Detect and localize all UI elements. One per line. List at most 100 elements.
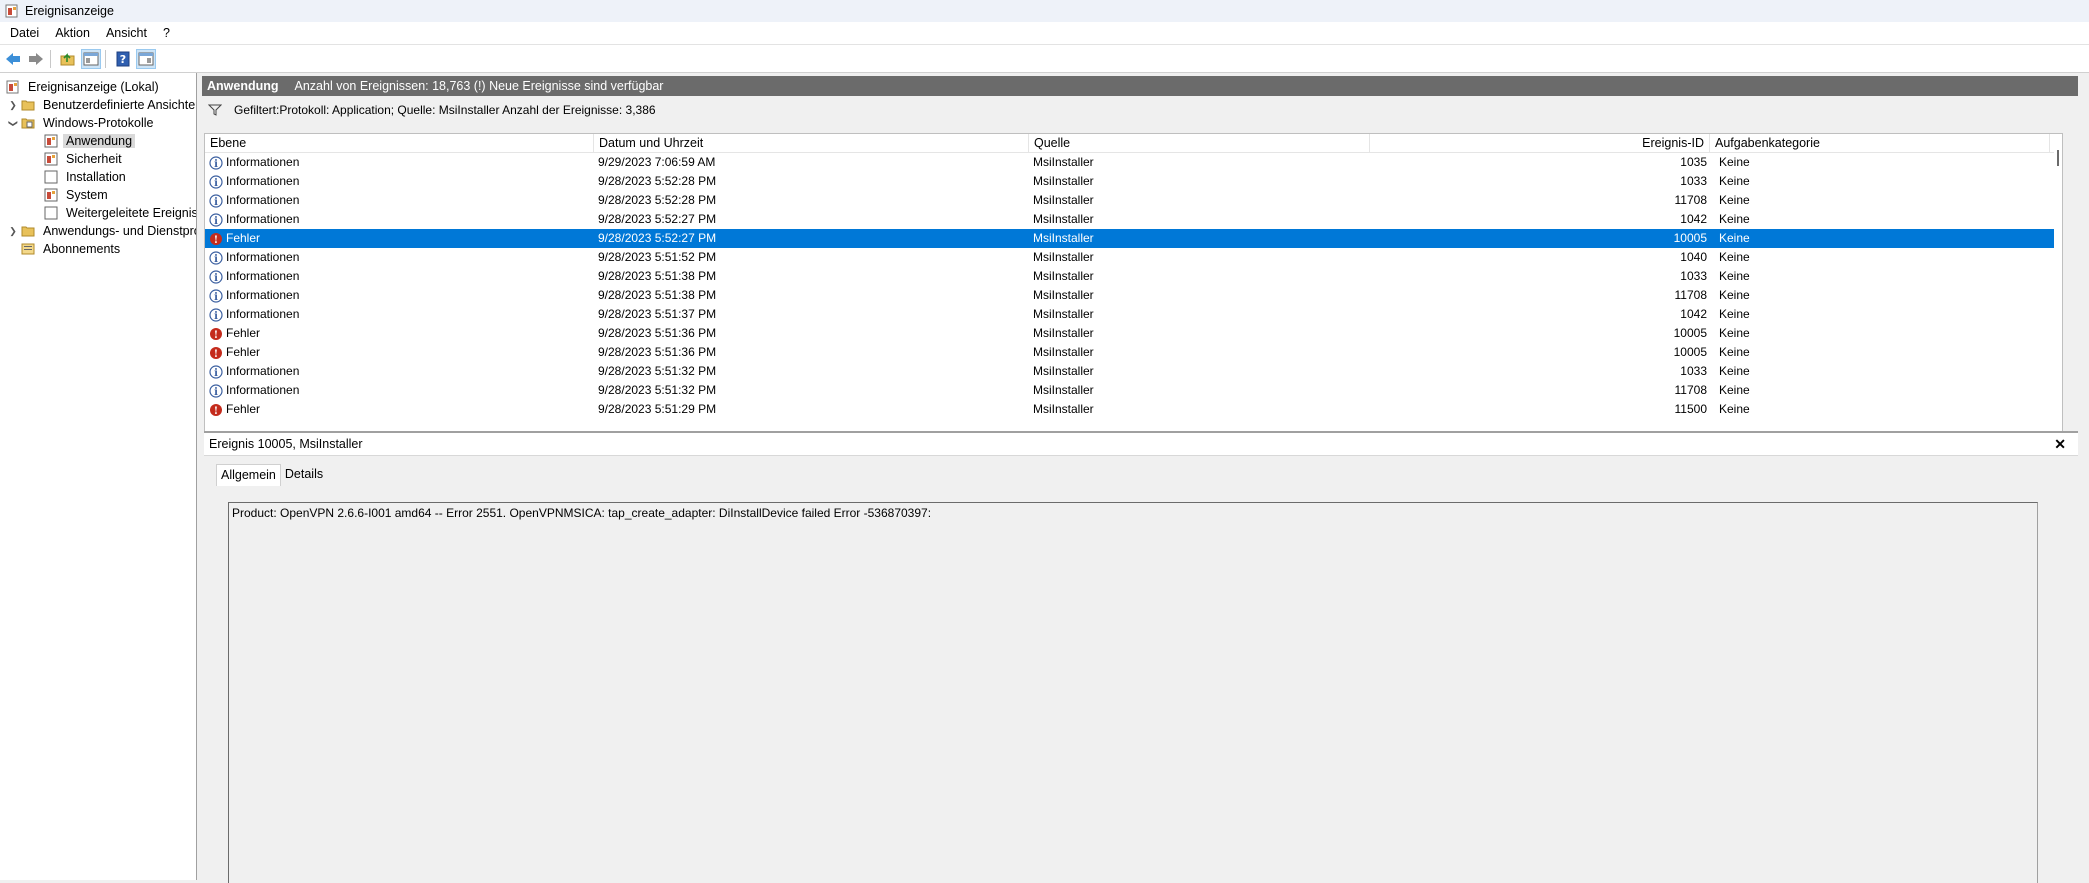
forward-button[interactable] (26, 49, 46, 69)
toolbar: ? (0, 44, 2089, 73)
tree-label: Installation (66, 170, 126, 184)
title-bar: Ereignisanzeige (0, 0, 2089, 22)
info-icon: i (209, 269, 223, 284)
table-row[interactable]: ! Fehler 9/28/2023 5:51:36 PM MsiInstaller 1… (205, 343, 2055, 362)
cell-source: MsiInstaller (1033, 364, 1094, 378)
table-row[interactable]: ! Fehler 9/28/2023 5:51:29 PM MsiInstaller 1… (205, 400, 2055, 419)
tree-label: Sicherheit (66, 152, 122, 166)
cell-event-id: 1035 (1680, 155, 1707, 169)
back-button[interactable] (3, 49, 23, 69)
cell-level: i Informationen (209, 248, 299, 267)
cell-source: MsiInstaller (1033, 288, 1094, 302)
table-row[interactable]: i Informationen 9/28/2023 5:51:38 PM MsiIns… (205, 286, 2055, 305)
cell-category: Keine (1719, 269, 1750, 283)
menu-action[interactable]: Aktion (47, 26, 98, 40)
tree-item-system-log[interactable]: System (44, 186, 111, 204)
tree-item-setup-log[interactable]: Installation (44, 168, 129, 186)
tree-item-root[interactable]: Ereignisanzeige (Lokal) (6, 78, 162, 96)
show-hide-action-pane-button[interactable] (136, 48, 156, 69)
log-icon (44, 134, 58, 148)
column-header-category[interactable]: Aufgabenkategorie (1710, 134, 2050, 152)
cell-date: 9/28/2023 5:51:29 PM (598, 402, 717, 416)
table-row[interactable]: i Informationen 9/28/2023 5:52:28 PM MsiIns… (205, 172, 2055, 191)
info-icon: i (209, 250, 223, 265)
svg-text:i: i (214, 197, 218, 208)
tree-item-subscriptions[interactable]: Abonnements (21, 240, 123, 258)
menu-help[interactable]: ? (155, 26, 178, 40)
tree-label: Abonnements (43, 242, 121, 256)
cell-event-id: 11500 (1674, 402, 1707, 416)
filter-text: Gefiltert:Protokoll: Application; Quelle… (234, 103, 656, 117)
cell-date: 9/28/2023 5:51:32 PM (598, 364, 717, 378)
cell-level: i Informationen (209, 305, 299, 324)
tree-item-forwarded-events[interactable]: Weitergeleitete Ereignisse (44, 204, 197, 222)
column-header-level[interactable]: Ebene (205, 134, 594, 152)
tree-label: Anwendung (63, 134, 136, 148)
svg-text:i: i (214, 368, 218, 379)
cell-category: Keine (1719, 345, 1750, 359)
table-row[interactable]: i Informationen 9/28/2023 5:51:38 PM MsiIns… (205, 267, 2055, 286)
folder-open-icon (21, 118, 35, 129)
column-header-event-id[interactable]: Ereignis-ID (1370, 134, 1710, 152)
cell-date: 9/29/2023 7:06:59 AM (598, 155, 716, 169)
close-icon[interactable]: ✕ (2054, 436, 2066, 453)
table-row[interactable]: i Informationen 9/28/2023 5:52:27 PM MsiIns… (205, 210, 2055, 229)
event-message-box[interactable]: Product: OpenVPN 2.6.6-I001 amd64 -- Err… (228, 502, 2038, 883)
help-icon: ? (116, 51, 130, 66)
table-row[interactable]: ! Fehler 9/28/2023 5:51:36 PM MsiInstaller 1… (205, 324, 2055, 343)
column-header-date[interactable]: Datum und Uhrzeit (594, 134, 1029, 152)
cell-category: Keine (1719, 402, 1750, 416)
menu-view[interactable]: Ansicht (98, 26, 155, 40)
level-text: Informationen (226, 212, 300, 226)
folder-up-icon (60, 52, 75, 65)
level-text: Informationen (226, 250, 300, 264)
cell-event-id: 1033 (1680, 364, 1707, 378)
info-icon: i (209, 288, 223, 303)
expand-arrow-icon[interactable]: ❯ (8, 226, 18, 237)
level-text: Informationen (226, 174, 300, 188)
tree-item-app-service-logs[interactable]: ❯ Anwendungs- und Dienstprotokolle (8, 222, 196, 240)
expand-arrow-icon[interactable]: ❯ (8, 100, 18, 111)
menu-bar: Datei Aktion Ansicht ? (0, 22, 2089, 44)
tree-item-custom-views[interactable]: ❯ Benutzerdefinierte Ansichten (8, 96, 196, 114)
tree-label: Weitergeleitete Ereignisse (66, 206, 197, 220)
menu-file[interactable]: Datei (0, 26, 47, 40)
tree-item-windows-logs[interactable]: ❯ Windows-Protokolle (8, 114, 156, 132)
tab-details[interactable]: Details (281, 464, 327, 486)
cell-date: 9/28/2023 5:52:27 PM (598, 212, 717, 226)
log-icon (44, 152, 58, 166)
cell-event-id: 1040 (1680, 250, 1707, 264)
level-text: Fehler (226, 402, 261, 416)
cell-source: MsiInstaller (1033, 383, 1094, 397)
tree-item-application-log[interactable]: Anwendung (44, 132, 136, 150)
scrollbar-thumb[interactable] (2057, 150, 2059, 166)
table-row[interactable]: i Informationen 9/28/2023 5:51:32 PM MsiIns… (205, 381, 2055, 400)
table-row[interactable]: i Informationen 9/28/2023 5:51:52 PM MsiIns… (205, 248, 2055, 267)
error-icon: ! (210, 346, 222, 360)
show-hide-tree-button[interactable] (81, 48, 101, 69)
up-button[interactable] (58, 49, 78, 69)
table-row[interactable]: i Informationen 9/28/2023 5:52:28 PM MsiIns… (205, 191, 2055, 210)
tree-item-security-log[interactable]: Sicherheit (44, 150, 125, 168)
table-header: Ebene Datum und Uhrzeit Quelle Ereignis-… (205, 134, 2062, 153)
tree-label: Windows-Protokolle (43, 116, 154, 130)
svg-text:!: ! (214, 330, 218, 341)
collapse-arrow-icon[interactable]: ❯ (8, 118, 19, 128)
table-row[interactable]: i Informationen 9/28/2023 5:51:32 PM MsiIns… (205, 362, 2055, 381)
level-text: Fehler (226, 326, 261, 340)
svg-text:!: ! (214, 406, 218, 417)
tree-label: Ereignisanzeige (Lokal) (28, 80, 159, 94)
cell-category: Keine (1719, 193, 1750, 207)
tree-label: Anwendungs- und Dienstprotokolle (43, 224, 196, 238)
table-row[interactable]: i Informationen 9/29/2023 7:06:59 AM MsiIns… (205, 153, 2055, 172)
cell-source: MsiInstaller (1033, 402, 1094, 416)
tab-general[interactable]: Allgemein (216, 464, 281, 486)
info-icon: i (209, 364, 223, 379)
cell-level: i Informationen (209, 172, 299, 191)
table-row[interactable]: i Informationen 9/28/2023 5:51:37 PM MsiIns… (205, 305, 2055, 324)
cell-level: i Informationen (209, 210, 299, 229)
cell-source: MsiInstaller (1033, 307, 1094, 321)
table-row[interactable]: ! Fehler 9/28/2023 5:52:27 PM MsiInstaller 1… (205, 229, 2055, 248)
column-header-source[interactable]: Quelle (1029, 134, 1370, 152)
help-button[interactable]: ? (113, 49, 133, 69)
